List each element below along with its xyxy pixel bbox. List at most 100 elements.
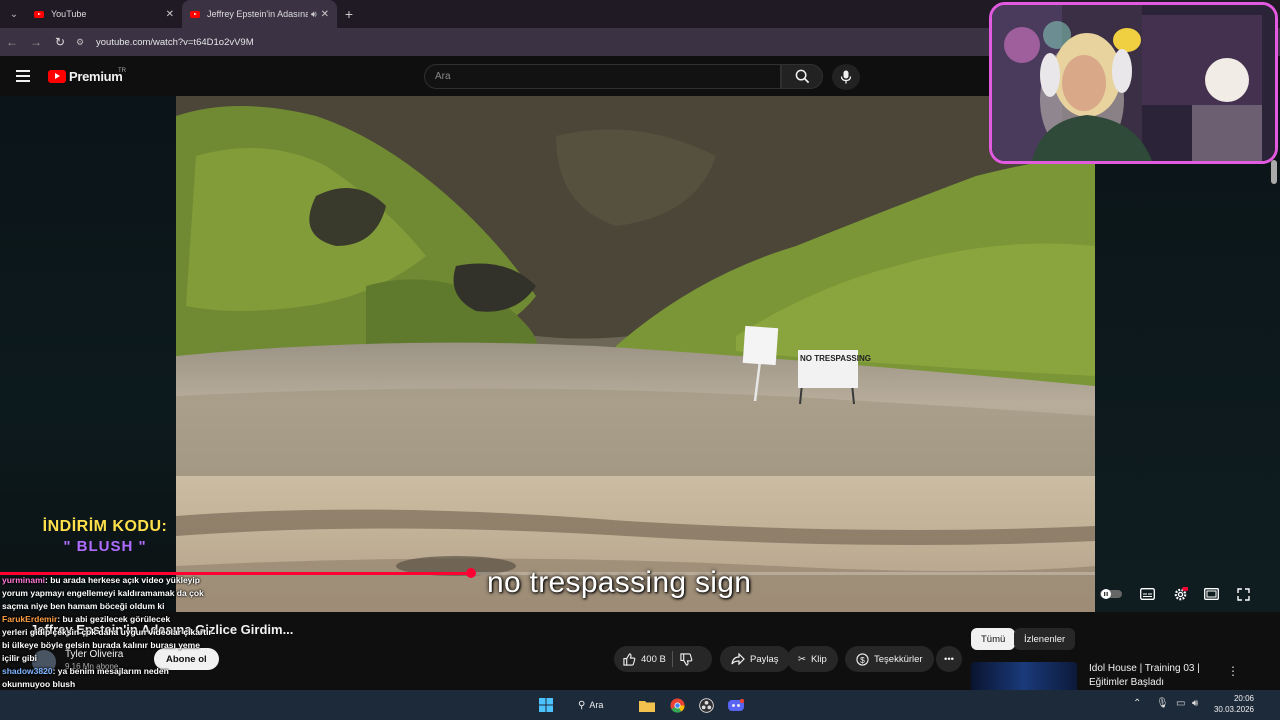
- more-actions-button[interactable]: •••: [936, 646, 962, 672]
- search-icon: ⚲: [578, 699, 586, 711]
- discord-icon[interactable]: [727, 696, 745, 714]
- taskbar: ⚲ Ara ⌃ 🎙︎ ▭ 🔊︎: [0, 690, 1280, 720]
- more-options-icon[interactable]: ⋮: [1227, 664, 1239, 678]
- clip-label: Klip: [810, 653, 827, 665]
- tab-title: Jeffrey Epstein'in Adasına Gizlice...: [207, 9, 308, 19]
- volume-icon[interactable]: 🔊︎: [1192, 698, 1198, 709]
- start-button[interactable]: [538, 696, 554, 714]
- url-field[interactable]: ⚙ youtube.com/watch?v=t64D1o2vV9M: [76, 37, 254, 48]
- chat-message: FarukErdemir: bu abi gezilecek görülecek: [2, 613, 217, 626]
- thanks-label: Teşekkürler: [874, 653, 923, 665]
- like-count: 400 B: [641, 653, 666, 665]
- file-explorer-icon[interactable]: [638, 696, 656, 714]
- back-icon[interactable]: ←: [0, 35, 24, 49]
- chip-watched[interactable]: İzlenenler: [1014, 628, 1076, 650]
- scrollbar-thumb[interactable]: [1271, 160, 1277, 184]
- promo-code: " BLUSH ": [63, 538, 147, 555]
- taskbar-search[interactable]: ⚲ Ara: [578, 697, 603, 713]
- chip-all[interactable]: Tümü: [971, 628, 1016, 650]
- new-tab-button[interactable]: +: [337, 6, 361, 22]
- video-player[interactable]: NO TRESPASSING: [176, 96, 1095, 612]
- subtitles-button[interactable]: [1136, 584, 1158, 604]
- sign-text: NO TRESPASSING: [800, 354, 871, 363]
- chat-text: okunmuyoo blush: [2, 679, 76, 689]
- chat-username: shadow3820: [2, 666, 53, 676]
- chat-text: saçma niye ben hamam böceği oldum ki: [2, 601, 165, 611]
- share-label: Paylaş: [750, 653, 779, 665]
- clock-time: 20:06: [1233, 694, 1254, 703]
- thanks-button[interactable]: $ Teşekkürler: [845, 646, 934, 672]
- thumbs-up-icon: [623, 652, 636, 666]
- forward-icon[interactable]: →: [24, 35, 48, 49]
- share-icon: [731, 653, 745, 665]
- url-text: youtube.com/watch?v=t64D1o2vV9M: [96, 36, 254, 48]
- voice-search-button[interactable]: [832, 64, 860, 90]
- chat-message: içilir gibi: [2, 652, 217, 665]
- share-button[interactable]: Paylaş: [720, 646, 790, 672]
- settings-button[interactable]: [1169, 584, 1191, 604]
- chrome-icon[interactable]: [668, 696, 686, 714]
- microphone-icon[interactable]: 🎙︎: [1156, 698, 1169, 709]
- scrubber-handle[interactable]: [465, 568, 476, 578]
- speaker-icon[interactable]: 🔊︎: [311, 9, 317, 20]
- promo-code-overlay: İNDİRİM KODU: " BLUSH ": [40, 518, 170, 555]
- chat-message: yorum yapmayı engellemeyi kaldıramamak d…: [2, 587, 217, 600]
- youtube-favicon-icon: [34, 10, 44, 18]
- chat-message: yurminami: bu arada herkese açık video y…: [2, 574, 217, 587]
- thumbs-down-icon: [680, 652, 693, 666]
- clock-date: 30.03.2026: [1213, 705, 1254, 714]
- more-icon: •••: [944, 653, 954, 665]
- close-tab-icon[interactable]: ✕: [166, 9, 174, 20]
- chat-message: yerleri gidip çeksin çok daha uygun vide…: [2, 626, 217, 639]
- recommended-video-title[interactable]: Idol House | Training 03 | Eğitimler Baş…: [1089, 662, 1219, 690]
- fullscreen-button[interactable]: [1232, 584, 1254, 604]
- theater-mode-icon: [1203, 588, 1219, 600]
- autoplay-toggle[interactable]: [1100, 584, 1122, 604]
- search-button[interactable]: [781, 64, 823, 89]
- youtube-logo[interactable]: Premium: [48, 69, 123, 84]
- chat-message: saçma niye ben hamam böceği oldum ki: [2, 600, 217, 613]
- chat-message: shadow3820: ya benim mesajlarım neden: [2, 665, 217, 678]
- chat-text: bi ülkeye böyle gelsin burada kalınır bu…: [2, 640, 200, 650]
- chat-text: : bu abi gezilecek görülecek: [57, 614, 171, 624]
- microphone-icon: [840, 70, 852, 84]
- like-button[interactable]: 400 B: [614, 646, 666, 672]
- tab-youtube[interactable]: YouTube ✕: [26, 0, 182, 28]
- captions-icon: [1139, 588, 1155, 600]
- thanks-icon: $: [856, 652, 869, 666]
- logo-text: Premium: [69, 69, 123, 84]
- chat-text: yerleri gidip çeksin çok daha uygun vide…: [2, 627, 212, 637]
- chevron-up-icon[interactable]: ⌃: [1133, 698, 1141, 709]
- taskbar-search-label: Ara: [589, 700, 604, 710]
- menu-icon[interactable]: [16, 70, 30, 82]
- recommended-video-thumbnail[interactable]: [971, 662, 1077, 690]
- svg-text:$: $: [860, 654, 865, 664]
- screen: ⌄ YouTube ✕ Jeffrey Epstein'in Adasına G…: [0, 0, 1280, 720]
- tab-search-button[interactable]: ⌄: [2, 4, 26, 24]
- reload-icon[interactable]: ↻: [48, 35, 72, 49]
- miniplayer-button[interactable]: [1200, 584, 1222, 604]
- dislike-button[interactable]: [680, 646, 698, 672]
- obs-icon[interactable]: [697, 696, 715, 714]
- site-info-icon[interactable]: ⚙: [76, 37, 90, 48]
- network-icon[interactable]: ▭: [1176, 698, 1185, 709]
- like-dislike-group: 400 B: [614, 646, 712, 672]
- fullscreen-icon: [1236, 587, 1250, 601]
- chat-text: yorum yapmayı engellemeyi kaldıramamak d…: [2, 588, 204, 598]
- tab-title: YouTube: [51, 9, 87, 19]
- tab-video[interactable]: Jeffrey Epstein'in Adasına Gizlice... 🔊︎…: [182, 0, 337, 28]
- search-box: [424, 64, 781, 89]
- chat-message: bi ülkeye böyle gelsin burada kalınır bu…: [2, 639, 217, 652]
- webcam-overlay: [989, 2, 1278, 164]
- region-code: TR: [118, 68, 126, 74]
- chat-username: FarukErdemir: [2, 614, 58, 624]
- divider: [671, 651, 673, 667]
- caption-text: no trespassing sign: [487, 566, 752, 599]
- chat-username: yurminami: [2, 575, 45, 585]
- close-tab-icon[interactable]: ✕: [321, 9, 329, 20]
- clip-button[interactable]: ✂ Klip: [787, 646, 838, 672]
- youtube-logo-icon: [48, 70, 66, 83]
- autoplay-toggle-icon: [1100, 589, 1122, 599]
- system-clock[interactable]: 20:06 30.03.2026: [1208, 693, 1254, 715]
- search-input[interactable]: [425, 65, 780, 88]
